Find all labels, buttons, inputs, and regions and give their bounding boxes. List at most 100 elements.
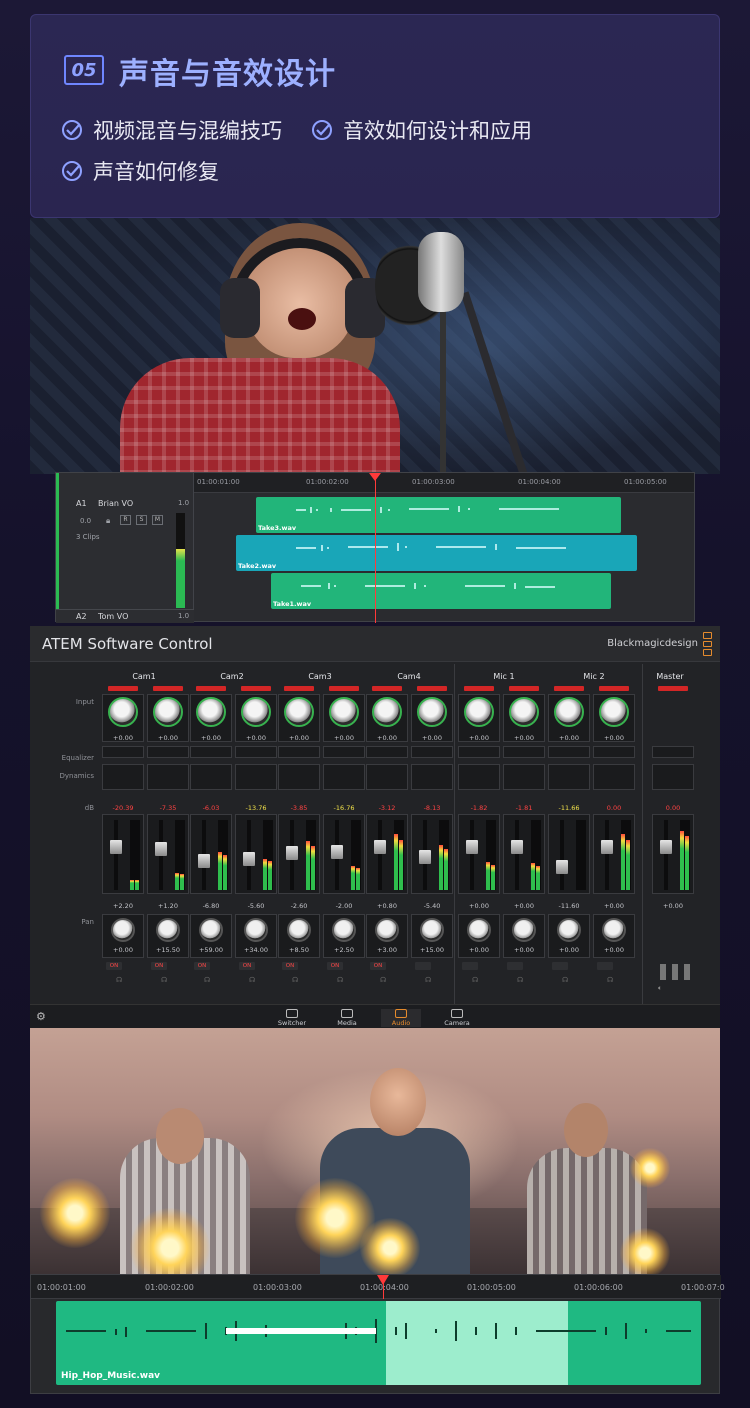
track-name[interactable]: Tom VO (98, 612, 128, 621)
fader-handle[interactable] (511, 840, 523, 854)
pan-knob[interactable] (467, 918, 491, 942)
on-button[interactable]: ON (239, 962, 255, 970)
fader-handle[interactable] (374, 840, 386, 854)
nav-audio[interactable]: Audio (381, 1009, 421, 1027)
headphone-icon[interactable]: ☊ (607, 976, 613, 984)
nav-media[interactable]: Media (327, 1009, 367, 1027)
fader-handle[interactable] (198, 854, 210, 868)
timecode-ruler[interactable]: 01:00:01:00 01:00:02:00 01:00:03:00 01:0… (194, 473, 694, 493)
fader-handle[interactable] (466, 840, 478, 854)
fader-handle[interactable] (286, 846, 298, 860)
dynamics-graph[interactable] (503, 764, 545, 790)
equalizer-graph[interactable] (411, 746, 453, 758)
lock-icon[interactable]: 🔒︎ (106, 516, 110, 526)
equalizer-graph[interactable] (593, 746, 635, 758)
pan-knob[interactable] (512, 918, 536, 942)
on-button[interactable] (415, 962, 431, 970)
dynamics-graph[interactable] (458, 764, 500, 790)
dynamics-graph[interactable] (323, 764, 365, 790)
nav-switcher[interactable]: Switcher (272, 1009, 312, 1027)
monitor-fader[interactable] (684, 964, 690, 980)
headphone-icon[interactable]: ☊ (562, 976, 568, 984)
headphone-icon[interactable]: ☊ (204, 976, 210, 984)
fader-handle[interactable] (243, 852, 255, 866)
headphone-icon[interactable]: ☊ (472, 976, 478, 984)
track-volume[interactable]: 0.0 (80, 517, 91, 525)
pan-knob[interactable] (557, 918, 581, 942)
equalizer-graph[interactable] (235, 746, 277, 758)
equalizer-graph[interactable] (323, 746, 365, 758)
dynamics-graph[interactable] (652, 764, 694, 790)
fader-handle[interactable] (556, 860, 568, 874)
on-button[interactable]: ON (327, 962, 343, 970)
equalizer-graph[interactable] (652, 746, 694, 758)
input-gain-knob[interactable] (153, 697, 183, 727)
input-gain-knob[interactable] (241, 697, 271, 727)
dynamics-graph[interactable] (278, 764, 320, 790)
audio-clip[interactable]: Take3.wav (256, 497, 621, 533)
input-gain-knob[interactable] (554, 697, 584, 727)
input-gain-knob[interactable] (372, 697, 402, 727)
on-button[interactable] (597, 962, 613, 970)
pan-knob[interactable] (156, 918, 180, 942)
dynamics-graph[interactable] (102, 764, 144, 790)
headphone-icon[interactable]: ☊ (337, 976, 343, 984)
input-gain-knob[interactable] (284, 697, 314, 727)
pan-knob[interactable] (244, 918, 268, 942)
fader-handle[interactable] (331, 845, 343, 859)
on-button[interactable]: ON (282, 962, 298, 970)
equalizer-graph[interactable] (548, 746, 590, 758)
fader-handle[interactable] (110, 840, 122, 854)
headphone-icon[interactable]: ☊ (380, 976, 386, 984)
headphone-icon[interactable]: ☊ (249, 976, 255, 984)
input-gain-knob[interactable] (464, 697, 494, 727)
input-gain-knob[interactable] (599, 697, 629, 727)
input-gain-knob[interactable] (329, 697, 359, 727)
timecode-ruler[interactable]: 01:00:01:00 01:00:02:00 01:00:03:00 01:0… (31, 1275, 725, 1299)
fader-handle[interactable] (419, 850, 431, 864)
dynamics-graph[interactable] (147, 764, 189, 790)
speaker-icon[interactable]: 🔈︎ (658, 984, 662, 993)
on-button[interactable] (462, 962, 478, 970)
equalizer-graph[interactable] (366, 746, 408, 758)
pan-knob[interactable] (287, 918, 311, 942)
equalizer-graph[interactable] (190, 746, 232, 758)
input-gain-knob[interactable] (417, 697, 447, 727)
fader-handle[interactable] (155, 842, 167, 856)
input-gain-knob[interactable] (196, 697, 226, 727)
nav-camera[interactable]: Camera (437, 1009, 477, 1027)
gear-icon[interactable]: ⚙ (36, 1010, 46, 1023)
headphone-icon[interactable]: ☊ (161, 976, 167, 984)
pan-knob[interactable] (420, 918, 444, 942)
fader-handle[interactable] (601, 840, 613, 854)
equalizer-graph[interactable] (102, 746, 144, 758)
on-button[interactable]: ON (370, 962, 386, 970)
pan-knob[interactable] (602, 918, 626, 942)
pan-knob[interactable] (199, 918, 223, 942)
equalizer-graph[interactable] (278, 746, 320, 758)
record-button[interactable]: R (120, 515, 131, 525)
pan-knob[interactable] (332, 918, 356, 942)
equalizer-graph[interactable] (503, 746, 545, 758)
dynamics-graph[interactable] (411, 764, 453, 790)
equalizer-graph[interactable] (147, 746, 189, 758)
playhead[interactable] (375, 473, 376, 623)
dynamics-graph[interactable] (366, 764, 408, 790)
audio-clip[interactable]: Take1.wav (271, 573, 611, 609)
input-gain-knob[interactable] (108, 697, 138, 727)
audio-clip[interactable]: Take2.wav (236, 535, 637, 571)
track-name[interactable]: Brian VO (98, 499, 133, 508)
headphone-icon[interactable]: ☊ (425, 976, 431, 984)
dynamics-graph[interactable] (593, 764, 635, 790)
on-button[interactable]: ON (106, 962, 122, 970)
pan-knob[interactable] (111, 918, 135, 942)
monitor-fader[interactable] (672, 964, 678, 980)
mute-button[interactable]: M (152, 515, 163, 525)
on-button[interactable] (552, 962, 568, 970)
on-button[interactable] (507, 962, 523, 970)
on-button[interactable]: ON (151, 962, 167, 970)
dynamics-graph[interactable] (235, 764, 277, 790)
on-button[interactable]: ON (194, 962, 210, 970)
fader-handle[interactable] (660, 840, 672, 854)
input-gain-knob[interactable] (509, 697, 539, 727)
